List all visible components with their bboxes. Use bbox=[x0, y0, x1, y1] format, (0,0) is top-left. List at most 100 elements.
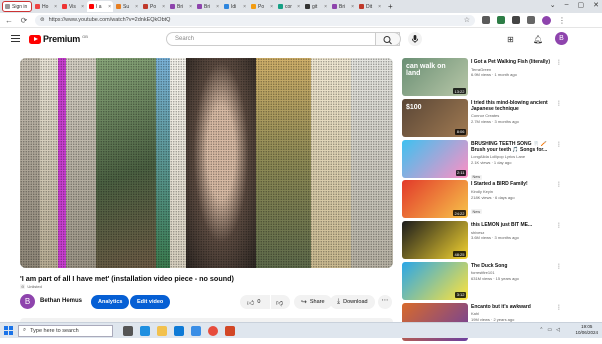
tab-close-icon[interactable]: × bbox=[378, 4, 381, 10]
tab-close-icon[interactable]: × bbox=[81, 4, 84, 10]
tab-close-icon[interactable]: × bbox=[135, 4, 138, 10]
site-info-icon[interactable]: ⊜ bbox=[40, 17, 45, 23]
tab-close-icon[interactable]: × bbox=[270, 4, 273, 10]
extensions-puzzle-icon[interactable] bbox=[512, 16, 520, 24]
browser-tab[interactable]: Bri × bbox=[330, 1, 356, 12]
reload-button[interactable]: ⟳ bbox=[20, 16, 28, 25]
video-channel[interactable]: Kindly Keyin bbox=[471, 189, 559, 194]
more-options-icon[interactable]: ⋮ bbox=[556, 222, 562, 229]
browser-profile-avatar[interactable] bbox=[542, 15, 551, 25]
recommended-video[interactable]: can walk on land 13:22 I Got a Pet Walking… bbox=[402, 58, 562, 99]
video-thumbnail[interactable]: can walk on land 13:22 bbox=[402, 58, 468, 96]
share-button[interactable]: ↪ Share bbox=[294, 295, 332, 309]
analytics-button[interactable]: Analytics bbox=[91, 295, 130, 309]
video-channel[interactable]: Connor Creates bbox=[471, 113, 559, 118]
close-window-button[interactable]: ✕ bbox=[593, 1, 599, 9]
video-channel[interactable]: TerraGreen bbox=[471, 67, 559, 72]
tab-close-icon[interactable]: × bbox=[108, 4, 111, 10]
back-button[interactable]: ← bbox=[5, 16, 13, 25]
video-channel[interactable]: LongAlida Lollipop Lyrics Lane bbox=[471, 154, 559, 159]
video-thumbnail[interactable]: 24:22 bbox=[402, 180, 468, 219]
tab-close-icon[interactable]: × bbox=[243, 4, 246, 10]
edit-video-button[interactable]: Edit video bbox=[130, 295, 171, 309]
recommended-video[interactable]: 48:25 this LEMON just BIT ME... shivesz 3.6… bbox=[402, 221, 562, 262]
extension-icon[interactable] bbox=[482, 16, 490, 24]
maximize-button[interactable]: ▢ bbox=[578, 1, 585, 9]
recommended-video[interactable]: 24:22 I Started a BIRD Family! Kindly Keyi… bbox=[402, 180, 562, 221]
browser-menu-icon[interactable]: ⋮ bbox=[558, 16, 566, 25]
browser-tab[interactable]: Bri × bbox=[168, 1, 194, 12]
dislike-button[interactable]: 👎︎ bbox=[271, 295, 290, 309]
edge-icon[interactable] bbox=[140, 325, 150, 336]
create-video-icon[interactable]: ⊞ bbox=[507, 35, 514, 44]
search-button[interactable] bbox=[375, 32, 401, 46]
video-thumbnail[interactable]: 48:25 bbox=[402, 221, 468, 260]
browser-tab[interactable]: Idi × bbox=[222, 1, 248, 12]
profile-sign-in-button[interactable]: Sign in bbox=[2, 1, 32, 12]
video-thumbnail[interactable]: 3:12 bbox=[402, 261, 468, 300]
chevron-up-icon[interactable]: ⌃ bbox=[539, 327, 543, 333]
minimize-button[interactable]: – bbox=[565, 1, 569, 9]
powerpoint-icon[interactable] bbox=[225, 325, 235, 336]
account-avatar[interactable]: B bbox=[555, 32, 568, 45]
taskbar-search-input[interactable]: ⌕ Type here to search bbox=[18, 324, 113, 337]
search-input[interactable]: Search bbox=[166, 32, 400, 46]
like-button[interactable]: 👍︎ 0 bbox=[240, 295, 270, 309]
browser-tab[interactable]: Po × bbox=[141, 1, 167, 12]
video-player[interactable] bbox=[20, 58, 393, 268]
more-options-icon[interactable]: ⋮ bbox=[556, 181, 562, 188]
tab-close-icon[interactable]: × bbox=[324, 4, 327, 10]
task-view-icon[interactable] bbox=[123, 325, 133, 336]
windows-start-icon[interactable] bbox=[4, 326, 13, 335]
tab-close-icon[interactable]: × bbox=[351, 4, 354, 10]
more-options-icon[interactable]: ⋮ bbox=[556, 263, 562, 270]
sidebar-icon[interactable] bbox=[527, 16, 535, 24]
video-channel[interactable]: forrestfire101 bbox=[471, 270, 559, 275]
browser-tab[interactable]: Vis × bbox=[60, 1, 86, 12]
volume-icon[interactable]: ◁ bbox=[556, 327, 560, 333]
download-button[interactable]: ⤓ Download bbox=[330, 295, 375, 309]
more-options-icon[interactable]: ⋮ bbox=[556, 59, 562, 66]
browser-tab[interactable]: git × bbox=[303, 1, 329, 12]
extension-icon[interactable] bbox=[497, 16, 505, 24]
recommended-video[interactable]: 3:12 The Duck Song forrestfire101 631M view… bbox=[402, 261, 562, 303]
notifications-bell-icon[interactable]: 🔔︎ bbox=[533, 35, 543, 44]
video-thumbnail[interactable]: 2:11 bbox=[402, 139, 468, 178]
tab-close-icon[interactable]: × bbox=[162, 4, 165, 10]
new-tab-button[interactable]: + bbox=[388, 2, 393, 11]
mail-icon[interactable] bbox=[191, 325, 201, 336]
browser-tab[interactable]: Bri × bbox=[195, 1, 221, 12]
recommended-video[interactable]: $100 8:06 I tried this mind-blowing ancien… bbox=[402, 98, 562, 140]
more-options-icon[interactable]: ⋮ bbox=[556, 304, 562, 311]
browser-tab[interactable]: Ho × bbox=[33, 1, 59, 12]
channel-avatar[interactable]: B bbox=[20, 294, 35, 309]
bookmark-star-icon[interactable]: ☆ bbox=[464, 16, 470, 24]
video-channel[interactable]: Kahl bbox=[471, 311, 559, 316]
file-explorer-icon[interactable] bbox=[157, 325, 167, 336]
browser-tab[interactable]: cor × bbox=[276, 1, 302, 12]
hamburger-menu-icon[interactable] bbox=[11, 35, 20, 42]
youtube-premium-logo[interactable]: Premium GB bbox=[29, 34, 88, 44]
url-field[interactable]: ⊜ https://www.youtube.com/watch?v=2dnkEQ… bbox=[35, 14, 475, 26]
more-actions-button[interactable]: ⋯ bbox=[378, 295, 392, 309]
browser-tab[interactable]: Su × bbox=[114, 1, 140, 12]
chevron-down-icon[interactable]: ⌄ bbox=[550, 1, 556, 9]
browser-tab[interactable]: I a × bbox=[87, 1, 113, 12]
tab-close-icon[interactable]: × bbox=[216, 4, 219, 10]
browser-tab[interactable]: Dit × bbox=[357, 1, 383, 12]
more-options-icon[interactable]: ⋮ bbox=[556, 141, 562, 148]
video-channel[interactable]: shivesz bbox=[471, 230, 559, 235]
channel-name[interactable]: Bethan Hemus bbox=[40, 298, 82, 304]
clock[interactable]: 19:05 10/06/2024 bbox=[575, 324, 598, 336]
chrome-icon[interactable] bbox=[208, 325, 218, 336]
browser-tab[interactable]: Po × bbox=[249, 1, 275, 12]
voice-search-button[interactable] bbox=[408, 32, 422, 46]
network-icon[interactable]: ▭ bbox=[547, 327, 552, 333]
more-options-icon[interactable]: ⋮ bbox=[556, 100, 562, 107]
tab-close-icon[interactable]: × bbox=[189, 4, 192, 10]
video-thumbnail[interactable]: $100 8:06 bbox=[402, 98, 468, 137]
store-icon[interactable] bbox=[174, 325, 184, 336]
tab-close-icon[interactable]: × bbox=[297, 4, 300, 10]
recommended-video[interactable]: 2:11 BRUSHING TEETH SONG 🦷 🪥 Brush your t… bbox=[402, 139, 562, 181]
tab-close-icon[interactable]: × bbox=[54, 4, 57, 10]
